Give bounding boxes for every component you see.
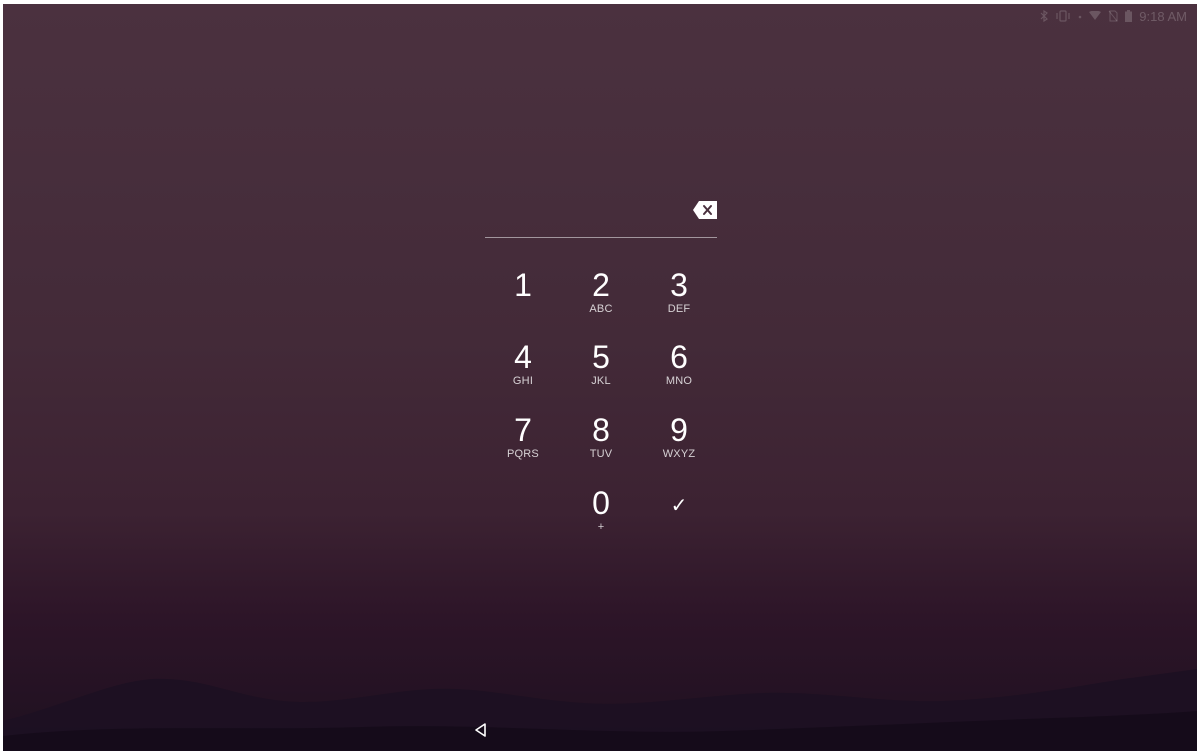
- key-digit: 2: [592, 267, 610, 303]
- key-letters: ABC: [589, 303, 613, 315]
- key-8[interactable]: 8 TUV: [562, 407, 640, 473]
- key-digit: 5: [592, 339, 610, 375]
- backspace-icon: [693, 201, 717, 219]
- key-9[interactable]: 9 WXYZ: [640, 407, 718, 473]
- key-0[interactable]: 0 +: [562, 480, 640, 546]
- bluetooth-icon: [1040, 10, 1049, 22]
- key-2[interactable]: 2 ABC: [562, 262, 640, 328]
- key-digit: 0: [592, 485, 610, 521]
- key-letters: MNO: [665, 375, 693, 387]
- key-letters: PQRS: [507, 448, 539, 460]
- key-3[interactable]: 3 DEF: [640, 262, 718, 328]
- key-7[interactable]: 7 PQRS: [484, 407, 562, 473]
- wallpaper-hills: [3, 669, 1197, 751]
- pin-underline: [485, 237, 717, 238]
- no-sim-icon: [1108, 10, 1118, 22]
- status-bar: 9:18 AM: [1040, 4, 1187, 28]
- key-letters: +: [597, 521, 605, 533]
- key-digit: 6: [670, 339, 688, 375]
- vibrate-icon: [1055, 10, 1071, 22]
- key-letters: WXYZ: [662, 448, 696, 460]
- lock-screen: 9:18 AM 1 2 ABC 3 DEF 4 GHI 5 JKL 6 MNO …: [3, 4, 1197, 751]
- backspace-button[interactable]: [693, 201, 717, 219]
- status-time: 9:18 AM: [1139, 8, 1187, 24]
- back-triangle-icon: [475, 723, 486, 737]
- key-digit: 4: [514, 339, 532, 375]
- data-dot-icon: [1078, 10, 1082, 22]
- key-4[interactable]: 4 GHI: [484, 334, 562, 400]
- key-1[interactable]: 1: [484, 262, 562, 328]
- battery-icon: [1125, 10, 1133, 22]
- pin-entry-field[interactable]: [485, 194, 717, 238]
- key-letters: JKL: [591, 375, 611, 387]
- key-digit: 8: [592, 412, 610, 448]
- key-letters: TUV: [589, 448, 613, 460]
- key-letters: GHI: [512, 375, 534, 387]
- wifi-icon: [1089, 11, 1102, 21]
- key-digit: 3: [670, 267, 688, 303]
- key-digit: 7: [514, 412, 532, 448]
- enter-button[interactable]: ✓: [640, 480, 718, 546]
- check-icon: ✓: [670, 495, 688, 517]
- key-6[interactable]: 6 MNO: [640, 334, 718, 400]
- nav-back-button[interactable]: [473, 722, 489, 738]
- key-digit: 9: [670, 412, 688, 448]
- key-letters: DEF: [667, 303, 691, 315]
- key-digit: 1: [514, 267, 532, 303]
- key-5[interactable]: 5 JKL: [562, 334, 640, 400]
